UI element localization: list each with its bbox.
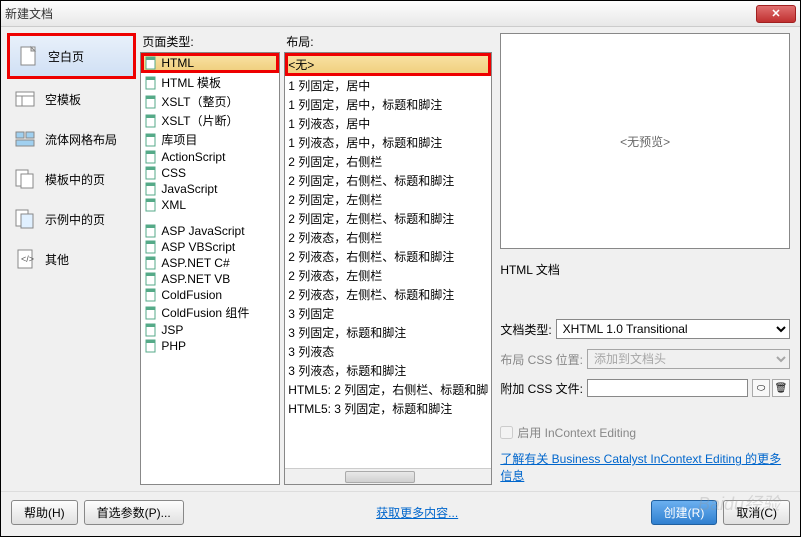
page-type-item[interactable]: JavaScript [141,181,279,197]
dialog-title: 新建文档 [5,5,53,22]
category-label: 空白页 [48,48,84,65]
layout-item[interactable]: 2 列液态，左侧栏 [285,266,491,285]
layout-item[interactable]: 3 列固定 [285,304,491,323]
layout-item[interactable]: HTML5: 3 列固定，标题和脚注 [285,399,491,418]
doctype-select[interactable]: XHTML 1.0 Transitional [556,319,790,339]
page-type-item[interactable]: ASP VBScript [141,239,279,255]
page-type-header: 页面类型: [140,33,280,50]
doctype-row: 文档类型: XHTML 1.0 Transitional [500,319,790,339]
page-icon [16,44,40,68]
page-type-column: 页面类型: HTMLHTML 模板XSLT（整页）XSLT（片断）库项目Acti… [140,33,280,485]
page-type-item[interactable]: ColdFusion 组件 [141,303,279,322]
category-label: 示例中的页 [45,211,105,228]
layout-item[interactable]: 1 列液态，居中 [285,114,491,133]
template-page-icon [13,167,37,191]
close-button[interactable]: ✕ [756,5,796,23]
page-type-item[interactable]: XML [141,197,279,213]
category-label: 流体网格布局 [45,131,117,148]
category-blank-template[interactable]: 空模板 [7,79,136,119]
horizontal-scrollbar[interactable] [285,468,491,484]
layout-item[interactable]: <无> [285,53,491,76]
attach-css-input[interactable] [587,379,748,397]
page-type-item[interactable]: ASP.NET VB [141,271,279,287]
svg-text:</>: </> [21,254,34,264]
layout-item[interactable]: 2 列固定，右侧栏、标题和脚注 [285,171,491,190]
layout-header: 布局: [284,33,492,50]
doctype-label: 文档类型: [500,321,551,338]
template-icon [13,87,37,111]
layout-item[interactable]: 2 列液态，右侧栏、标题和脚注 [285,247,491,266]
category-blank-page[interactable]: 空白页 [7,33,136,79]
css-pos-row: 布局 CSS 位置: 添加到文档头 [500,349,790,369]
footer: 帮助(H) 首选参数(P)... 获取更多内容... 创建(R) 取消(C) [1,491,800,533]
page-type-item[interactable]: ASP JavaScript [141,223,279,239]
layout-item[interactable]: 2 列液态，左侧栏、标题和脚注 [285,285,491,304]
layout-item[interactable]: 3 列固定，标题和脚注 [285,323,491,342]
new-document-dialog: 新建文档 ✕ 空白页 空模板 流体网格布局 模板中的页 示例中的页 [0,0,801,537]
page-type-item[interactable]: ColdFusion [141,287,279,303]
category-template-page[interactable]: 模板中的页 [7,159,136,199]
layout-item[interactable]: HTML5: 2 列固定，右侧栏、标题和脚 [285,380,491,399]
attach-css-label: 附加 CSS 文件: [500,380,583,397]
css-pos-select: 添加到文档头 [587,349,790,369]
category-sample-page[interactable]: 示例中的页 [7,199,136,239]
layout-item[interactable]: 1 列固定，居中，标题和脚注 [285,95,491,114]
layout-item[interactable]: 2 列固定，左侧栏、标题和脚注 [285,209,491,228]
layout-item[interactable]: 2 列固定，左侧栏 [285,190,491,209]
help-button[interactable]: 帮助(H) [11,500,78,525]
layout-item[interactable]: 3 列液态，标题和脚注 [285,361,491,380]
preview-box: <无预览> [500,33,790,249]
layout-column: 布局: <无>1 列固定，居中1 列固定，居中，标题和脚注1 列液态，居中1 列… [284,33,492,485]
more-content-link[interactable]: 获取更多内容... [376,504,458,521]
code-icon: </> [13,247,37,271]
page-type-item[interactable]: ActionScript [141,149,279,165]
incontext-checkbox [500,426,513,439]
category-other[interactable]: </> 其他 [7,239,136,279]
page-type-item[interactable]: HTML [141,53,279,73]
layout-item[interactable]: 1 列固定，居中 [285,76,491,95]
layout-item[interactable]: 1 列液态，居中，标题和脚注 [285,133,491,152]
layout-list[interactable]: <无>1 列固定，居中1 列固定，居中，标题和脚注1 列液态，居中1 列液态，居… [284,52,492,485]
category-label: 其他 [45,251,69,268]
attach-css-row: 附加 CSS 文件: ⬭ 🗑 [500,379,790,397]
create-button[interactable]: 创建(R) [651,500,718,525]
right-panel: <无预览> HTML 文档 文档类型: XHTML 1.0 Transition… [496,33,794,485]
layout-item[interactable]: 2 列固定，右侧栏 [285,152,491,171]
incontext-row: 启用 InContext Editing [500,424,790,441]
page-type-item[interactable]: XSLT（整页） [141,92,279,111]
incontext-label: 启用 InContext Editing [517,424,636,441]
layout-item[interactable]: 3 列液态 [285,342,491,361]
category-label: 空模板 [45,91,81,108]
category-list: 空白页 空模板 流体网格布局 模板中的页 示例中的页 </> 其他 [7,33,136,485]
page-type-item[interactable]: 库项目 [141,130,279,149]
layout-item[interactable]: 2 列液态，右侧栏 [285,228,491,247]
prefs-button[interactable]: 首选参数(P)... [84,500,184,525]
category-fluid-grid[interactable]: 流体网格布局 [7,119,136,159]
titlebar: 新建文档 ✕ [1,1,800,27]
page-type-item[interactable]: ASP.NET C# [141,255,279,271]
content-area: 空白页 空模板 流体网格布局 模板中的页 示例中的页 </> 其他 [1,27,800,491]
page-type-item[interactable]: CSS [141,165,279,181]
page-type-list[interactable]: HTMLHTML 模板XSLT（整页）XSLT（片断）库项目ActionScri… [140,52,280,485]
remove-css-button[interactable]: 🗑 [772,379,790,397]
page-type-item[interactable]: JSP [141,322,279,338]
grid-icon [13,127,37,151]
incontext-link[interactable]: 了解有关 Business Catalyst InContext Editing… [500,451,790,485]
preview-desc: HTML 文档 [500,261,790,278]
css-pos-label: 布局 CSS 位置: [500,351,583,368]
link-css-button[interactable]: ⬭ [752,379,770,397]
category-label: 模板中的页 [45,171,105,188]
preview-text: <无预览> [620,133,670,150]
sample-icon [13,207,37,231]
page-type-item[interactable]: PHP [141,338,279,354]
cancel-button[interactable]: 取消(C) [723,500,790,525]
page-type-item[interactable]: XSLT（片断） [141,111,279,130]
page-type-item[interactable]: HTML 模板 [141,73,279,92]
